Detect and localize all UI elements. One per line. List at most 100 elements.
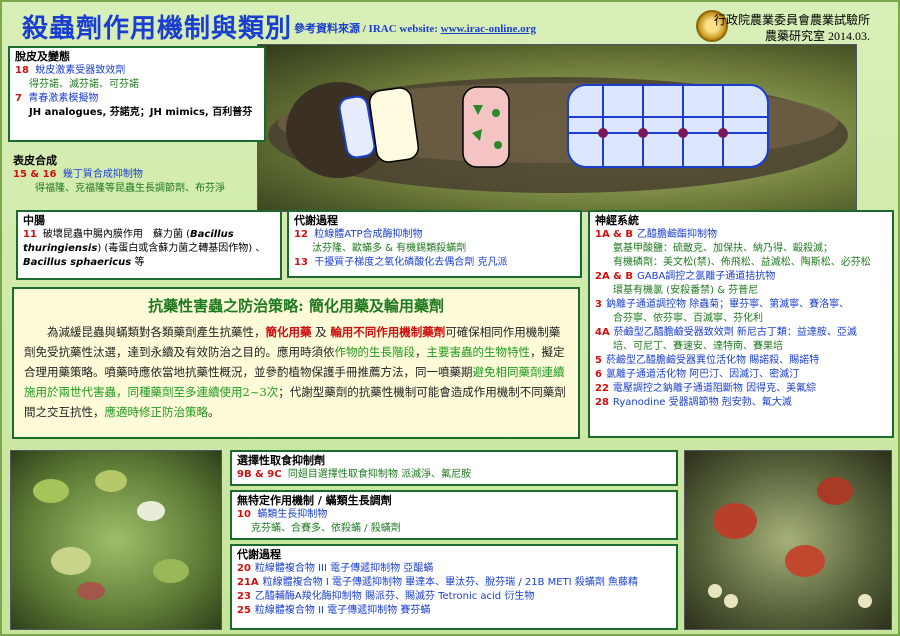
group-11-desc-b: ) (毒蛋白或含蘇力菌之轉基因作物) 、 — [97, 243, 266, 254]
strategy-title: 抗藥性害蟲之防治策略: 簡化用藥及輪用藥劑 — [148, 297, 444, 315]
metabolism-mite-box: 代謝過程 20 粒線體複合物 III 電子傳遞抑制物 亞醌蟎 21A 粒線體複合物 I… — [230, 544, 678, 630]
group-15-16-number: 15 & 16 — [13, 169, 57, 180]
midgut-heading: 中腸 — [23, 214, 45, 227]
nerve-group-row: 28 Ryanodine 受器調節物 剋安勃、氟大滅 — [595, 396, 887, 410]
strategy-highlight-revise: 應適時修正防治策略 — [104, 405, 209, 419]
metabolism-mite-row: 21A 粒線體複合物 I 電子傳遞抑制物 畢達本、畢汰芬、脫芬瑞 / 21B ME… — [237, 576, 671, 590]
group-18-name: 蛻皮激素受器致效劑 — [35, 65, 126, 76]
nerve-group-text: 合芬寧、依芬寧、百滅寧、芬化利 — [613, 313, 763, 324]
group-13-number: 13 — [294, 257, 308, 268]
cuticle-heading: 表皮合成 — [13, 154, 57, 167]
strategy-sep: ， — [415, 345, 427, 359]
group-12-items: 汰芬隆、歐蟎多 & 有機錫類殺蟎劑 — [312, 243, 467, 254]
group-11-desc-c: 等 — [131, 257, 145, 268]
metabolism-mite-row: 23 乙醯輔酶A羧化酶抑制物 賜派芬、賜滅芬 Tetronic acid 衍生物 — [237, 590, 671, 604]
nerve-group-row: 合芬寧、依芬寧、百滅寧、芬化利 — [595, 312, 887, 326]
strategy-and: 及 — [311, 325, 331, 339]
midgut-box: 中腸 11 破壞昆蟲中腸內膜作用 蘇力菌 (Bacillus thuringien… — [16, 210, 282, 280]
metabolism-mite-number: 21A — [237, 577, 259, 588]
metabolism-mite-text: 粒線體複合物 III 電子傳遞抑制物 亞醌蟎 — [254, 563, 434, 574]
group-11-desc-a: 破壞昆蟲中腸內膜作用 蘇力菌 ( — [42, 229, 191, 240]
aphid-photo — [10, 450, 222, 630]
nerve-group-text: 菸鹼型乙醯膽鹼受器致效劑 新尼古丁類：益達胺、亞滅 — [613, 327, 857, 338]
organization: 行政院農業委員會農業試驗所 農藥研究室 2014.03. — [714, 12, 870, 44]
nerve-group-row: 培、可尼丁、賽速安、達特南、賽果培 — [595, 340, 887, 354]
org-lab-date: 農藥研究室 2014.03. — [764, 29, 870, 43]
group-10-name: 蟎類生長抑制物 — [257, 509, 328, 520]
metabolism-mite-number: 23 — [237, 591, 251, 602]
group-18-number: 18 — [15, 65, 29, 76]
metabolism-mite-text: 粒線體複合物 II 電子傳遞抑制物 賽芬蟎 — [254, 605, 431, 616]
nerve-group-number: 2A & B — [595, 271, 634, 282]
org-name: 行政院農業委員會農業試驗所 — [713, 13, 870, 27]
nerve-group-row: 6 氯離子通道活化物 阿巴汀、因滅汀、密滅汀 — [595, 368, 887, 382]
strategy-highlight-growth: 作物的生長階段 — [334, 345, 416, 359]
strategy-p1: 為減緩昆蟲與蟎類對各類藥劑產生抗藥性， — [47, 325, 266, 339]
group-15-16-name: 幾丁質合成抑制物 — [62, 169, 143, 180]
group-9-text: 同翅目選擇性取食抑制物 派滅淨、氟尼胺 — [287, 469, 472, 480]
nonspecific-box: 無特定作用機制 / 蟎類生長調劑 10 蟎類生長抑制物 克芬蟎、合賽多、依殺蟎 … — [230, 490, 678, 540]
source-label: 參考資料來源 / IRAC website: — [294, 23, 441, 35]
metabolism-mite-number: 25 — [237, 605, 251, 616]
group-13-name: 干擾質子梯度之氧化磷酸化去偶合劑 克凡派 — [314, 257, 508, 268]
nerve-group-text: 氨基甲酸鹽：硫敵克、加保扶、納乃得、毆殺滅； — [613, 243, 833, 254]
nerve-group-number: 4A — [595, 327, 610, 338]
nerve-group-row: 1A & B 乙醯膽鹼酯抑制物 — [595, 228, 887, 242]
group-12-number: 12 — [294, 229, 308, 240]
nerve-heading: 神經系統 — [595, 214, 639, 227]
metabolism-mite-row: 20 粒線體複合物 III 電子傳遞抑制物 亞醌蟎 — [237, 562, 671, 576]
nerve-group-number: 6 — [595, 369, 602, 380]
feeding-heading: 選擇性取食抑制劑 — [237, 454, 325, 467]
molting-heading: 脫皮及變態 — [15, 50, 70, 63]
nerve-group-text: 氯離子通道活化物 阿巴汀、因滅汀、密滅汀 — [605, 369, 800, 380]
group-9-number: 9B & 9C — [237, 469, 282, 480]
metabolism-mite-row: 25 粒線體複合物 II 電子傳遞抑制物 賽芬蟎 — [237, 604, 671, 618]
nerve-group-text: 鈉離子通道調控物 除蟲菊；畢芬寧、第滅寧、賽洛寧、 — [605, 299, 850, 310]
group-10-number: 10 — [237, 509, 251, 520]
nerve-group-number: 22 — [595, 383, 609, 394]
caterpillar-illustration — [268, 77, 848, 193]
nerve-group-row: 5 菸鹼型乙醯膽鹼受器異位活化物 賜諾殺、賜諾特 — [595, 354, 887, 368]
nerve-group-text: 培、可尼丁、賽速安、達特南、賽果培 — [613, 341, 783, 352]
nerve-group-number: 1A & B — [595, 229, 634, 240]
metabolism-mite-list: 20 粒線體複合物 III 電子傳遞抑制物 亞醌蟎 21A 粒線體複合物 I 電子傳遞… — [237, 562, 671, 618]
strategy-highlight-rotate: 輪用不同作用機制藥劑 — [330, 325, 446, 339]
nerve-system-box: 神經系統 1A & B 乙醯膽鹼酯抑制物 氨基甲酸鹽：硫敵克、加保扶、納乃得、毆殺滅… — [588, 210, 894, 438]
nerve-groups-list: 1A & B 乙醯膽鹼酯抑制物 氨基甲酸鹽：硫敵克、加保扶、納乃得、毆殺滅； 有機磷劑… — [595, 228, 887, 410]
nerve-group-number: 5 — [595, 355, 602, 366]
group-15-16-items: 得福隆、克福隆等昆蟲生長調節劑、布芬淨 — [35, 183, 225, 194]
group-11-number: 11 — [23, 229, 37, 240]
strategy-highlight-biology: 主要害蟲的生物特性 — [426, 345, 531, 359]
page-title: 殺蟲劑作用機制與類別 — [22, 14, 293, 44]
nerve-group-text: GABA調控之氯離子通道拮抗物 — [637, 271, 776, 282]
group-7-items: JH analogues, 芬諾克；JH mimics, 百利普芬 — [29, 107, 253, 118]
group-10-items: 克芬蟎、合賽多、依殺蟎 / 殺蟎劑 — [251, 523, 401, 534]
metabolism-heading: 代謝過程 — [294, 214, 338, 227]
nonspecific-heading: 無特定作用機制 / 蟎類生長調劑 — [237, 494, 392, 507]
feeding-box: 選擇性取食抑制劑 9B & 9C 同翅目選擇性取食抑制物 派滅淨、氟尼胺 — [230, 450, 678, 486]
metabolism-mite-text: 粒線體複合物 I 電子傳遞抑制物 畢達本、畢汰芬、脫芬瑞 / 21B METI … — [262, 577, 638, 588]
resistance-strategy-panel: 抗藥性害蟲之防治策略: 簡化用藥及輪用藥劑 為減緩昆蟲與蟎類對各類藥劑產生抗藥性… — [12, 287, 580, 439]
nerve-group-text: 乙醯膽鹼酯抑制物 — [637, 229, 718, 240]
caterpillar-photo — [257, 44, 857, 212]
nerve-group-number: 28 — [595, 397, 609, 408]
metabolism-mite-heading: 代謝過程 — [237, 548, 281, 561]
strategy-highlight-simplify: 簡化用藥 — [265, 325, 312, 339]
source-line: 參考資料來源 / IRAC website: www.irac-online.o… — [294, 20, 536, 36]
molting-box: 脫皮及變態 18 蛻皮激素受器致效劑 得芬諾、滅芬諾、可芬諾 7 青春激素模擬物… — [8, 46, 266, 142]
nerve-group-row: 氨基甲酸鹽：硫敵克、加保扶、納乃得、毆殺滅； — [595, 242, 887, 256]
group-11-species-bs: Bacillus sphaericus — [23, 257, 132, 268]
metabolism-mite-text: 乙醯輔酶A羧化酶抑制物 賜派芬、賜滅芬 Tetronic acid 衍生物 — [254, 591, 535, 602]
source-link[interactable]: www.irac-online.org — [441, 23, 536, 35]
nerve-group-text: 有機磷劑：美文松(禁)、佈飛松、益滅松、陶斯松、必芬松 — [613, 257, 871, 268]
metabolism-box: 代謝過程 12 粒線體ATP合成酶抑制物 汰芬隆、歐蟎多 & 有機錫類殺蟎劑 1… — [287, 210, 582, 278]
nerve-group-row: 環基有機氯 (安殺番禁) & 芬普尼 — [595, 284, 887, 298]
strategy-text: 為減緩昆蟲與蟎類對各類藥劑產生抗藥性，簡化用藥 及 輪用不同作用機制藥劑可確保相… — [24, 322, 568, 422]
mite-photo — [684, 450, 892, 630]
nerve-group-number: 3 — [595, 299, 602, 310]
group-7-name: 青春激素模擬物 — [28, 93, 99, 104]
metabolism-mite-number: 20 — [237, 563, 251, 574]
nerve-group-text: 電壓調控之鈉離子通道阻斷物 因得克、美氟綜 — [612, 383, 817, 394]
nerve-group-text: 菸鹼型乙醯膽鹼受器異位活化物 賜諾殺、賜諾特 — [605, 355, 820, 366]
nerve-group-text: 環基有機氯 (安殺番禁) & 芬普尼 — [613, 285, 759, 296]
